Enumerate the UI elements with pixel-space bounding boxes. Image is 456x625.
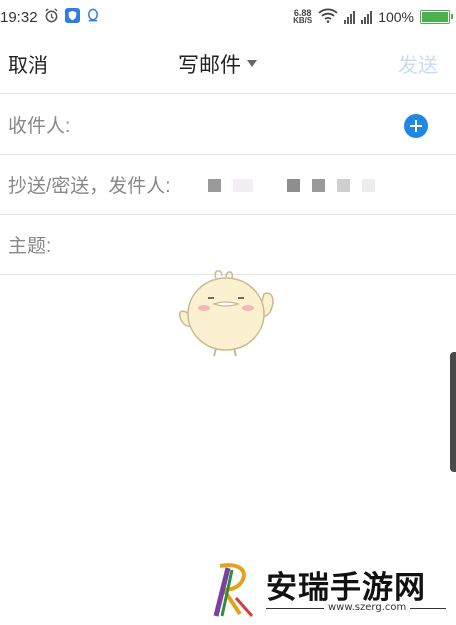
- watermark: 安瑞手游网 www.szerg.com: [206, 560, 452, 622]
- cc-bcc-sender-field[interactable]: 抄送/密送，发件人:: [0, 155, 456, 215]
- watermark-logo-icon: [213, 563, 254, 617]
- cancel-button[interactable]: 取消: [8, 49, 48, 78]
- caret-down-icon: [247, 60, 257, 67]
- recipient-label: 收件人:: [8, 116, 71, 137]
- status-time: 19:32: [0, 8, 38, 26]
- send-button[interactable]: 发送: [398, 49, 438, 78]
- page-title: 写邮件: [178, 53, 241, 77]
- subject-label: 主题:: [8, 236, 52, 257]
- mascot-illustration: [179, 270, 274, 357]
- net-speed-unit: KB/S: [293, 16, 313, 25]
- watermark-text: 安瑞手游网: [266, 570, 426, 606]
- status-left: 19:32: [0, 8, 100, 26]
- recipient-field[interactable]: 收件人:: [0, 95, 456, 155]
- add-recipient-icon[interactable]: [404, 114, 428, 138]
- redacted-sender-address: [208, 179, 375, 192]
- cc-bcc-sender-label: 抄送/密送，发件人:: [8, 176, 171, 197]
- alarm-icon: [44, 8, 59, 26]
- scroll-handle[interactable]: [450, 352, 456, 472]
- signal-icon: [344, 10, 356, 24]
- compose-title-dropdown[interactable]: 写邮件: [178, 49, 257, 79]
- subject-field[interactable]: 主题:: [0, 215, 456, 275]
- battery-percent: 100%: [378, 9, 414, 25]
- net-speed: 6.88 KB/S: [293, 9, 312, 25]
- watermark-url: www.szerg.com: [324, 602, 411, 613]
- battery-icon: [420, 10, 453, 24]
- status-right: 6.88 KB/S 100%: [293, 8, 453, 26]
- wifi-icon: [318, 8, 338, 26]
- shield-app-icon: [64, 8, 80, 26]
- compose-header: 取消 写邮件 发送: [0, 34, 456, 94]
- status-bar: 19:32 6.88 KB/S 100%: [0, 0, 456, 34]
- battery-fill: [422, 12, 448, 22]
- signal-icon: [361, 10, 373, 24]
- qq-icon: [86, 8, 100, 26]
